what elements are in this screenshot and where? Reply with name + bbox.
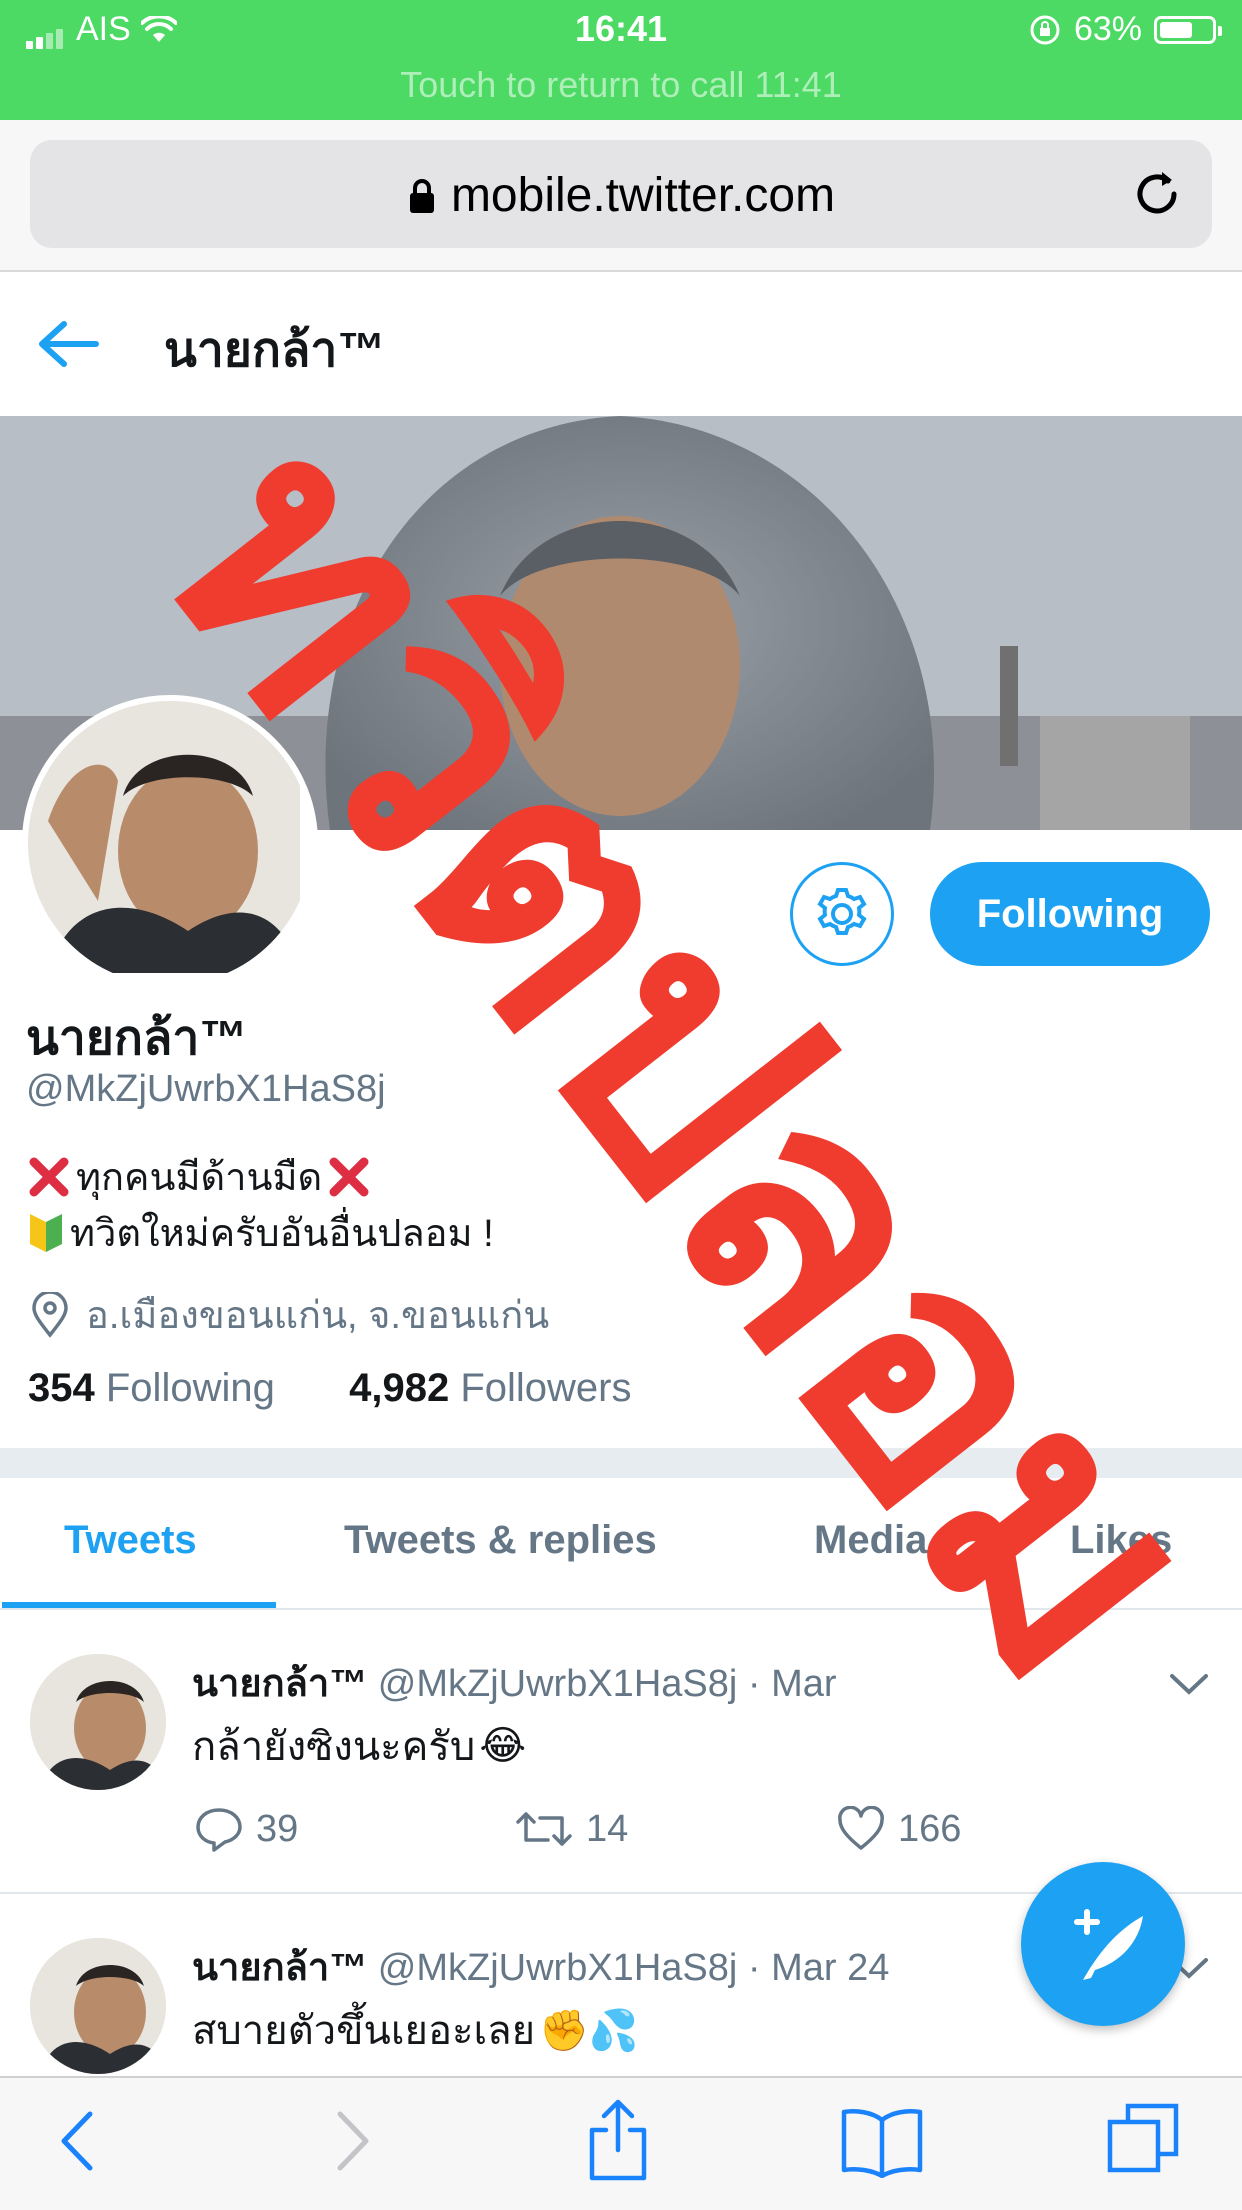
settings-button[interactable] <box>790 862 894 966</box>
forward-icon[interactable] <box>330 2106 374 2176</box>
tweet-date: · Mar 24 <box>747 1947 890 1989</box>
back-arrow-icon[interactable] <box>36 318 100 370</box>
tweet-author-name[interactable]: นายกล้า™ <box>192 1663 367 1705</box>
chevron-down-icon[interactable] <box>1168 1672 1210 1698</box>
location-text: อ.เมืองขอนแก่น, จ.ขอนแก่น <box>86 1295 550 1337</box>
rotation-lock-icon <box>1030 15 1060 44</box>
tab-tweets-replies[interactable]: Tweets & replies <box>344 1518 657 1563</box>
followers-stat[interactable]: 4,982 Followers <box>349 1366 631 1410</box>
reply-icon <box>196 1808 242 1852</box>
status-bar: AIS 16:41 63% Touch to return to call 11… <box>0 0 1242 120</box>
tab-media[interactable]: Media <box>814 1518 927 1563</box>
lock-icon <box>409 179 434 213</box>
url-text: mobile.twitter.com <box>450 169 836 222</box>
back-icon[interactable] <box>56 2106 100 2176</box>
reply-count: 39 <box>256 1807 299 1850</box>
share-icon[interactable] <box>586 2096 650 2182</box>
beginner-symbol-icon <box>30 1213 62 1252</box>
bio-text-2: ทวิตใหม่ครับอันอื่นปลอม ! <box>70 1213 494 1255</box>
like-count: 166 <box>898 1807 962 1850</box>
following-button[interactable]: Following <box>930 862 1210 966</box>
tweet-date: · Mar <box>747 1663 837 1705</box>
battery-icon <box>1154 15 1222 44</box>
browser-toolbar <box>0 2076 1242 2210</box>
compose-feather-icon <box>1074 1909 1143 1980</box>
heart-icon <box>838 1806 884 1850</box>
battery-info: 63% <box>1028 10 1222 49</box>
tweet-body: สบายตัวขึ้นเยอะเลย <box>192 2009 536 2053</box>
tweet-text: กล้ายังซิงนะครับ 😂 <box>192 1714 526 1778</box>
reload-icon[interactable] <box>1128 164 1186 222</box>
retweet-action[interactable]: 14 <box>514 1806 628 1852</box>
gear-icon <box>817 888 867 935</box>
tab-tweets[interactable]: Tweets <box>64 1518 197 1563</box>
active-tab-indicator <box>2 1602 276 1608</box>
following-count: 354 <box>28 1366 95 1410</box>
like-action[interactable]: 166 <box>836 1806 961 1852</box>
tweet-body: กล้ายังซิงนะครับ <box>192 1725 476 1769</box>
bio-line-2: ทวิตใหม่ครับอันอื่นปลอม ! <box>26 1202 494 1263</box>
battery-percent: 63% <box>1073 10 1142 48</box>
url-display[interactable]: mobile.twitter.com <box>30 168 1212 223</box>
bio-line-1: ทุกคนมีด้านมืด <box>26 1146 372 1207</box>
tweet-avatar[interactable] <box>30 1654 166 1790</box>
address-bar[interactable]: mobile.twitter.com <box>30 140 1212 248</box>
tweet-author-handle: @MkZjUwrbX1HaS8j <box>377 1947 738 1989</box>
page-title: นายกล้า™ <box>164 324 386 377</box>
tweet-avatar[interactable] <box>30 1938 166 2074</box>
tab-likes[interactable]: Likes <box>1070 1518 1172 1563</box>
tweet-author-name[interactable]: นายกล้า™ <box>192 1947 367 1989</box>
profile-stats: 354 Following 4,982 Followers <box>28 1366 631 1411</box>
tweet-author-handle: @MkZjUwrbX1HaS8j <box>377 1663 738 1705</box>
profile-location: อ.เมืองขอนแก่น, จ.ขอนแก่น <box>30 1284 549 1345</box>
tweet-header: นายกล้า™ @MkZjUwrbX1HaS8j · Mar 24 <box>192 1936 889 1997</box>
profile-header: นายกล้า™ <box>0 272 1242 416</box>
followers-count: 4,982 <box>349 1366 450 1410</box>
section-divider <box>0 1448 1242 1478</box>
location-pin-icon <box>32 1291 68 1338</box>
tabs-icon[interactable] <box>1106 2100 1182 2176</box>
tweet-emoji: ✊💦 <box>539 2008 639 2053</box>
retweet-icon <box>516 1812 572 1846</box>
avatar-photo <box>28 701 300 973</box>
tweet-text: สบายตัวขึ้นเยอะเลย ✊💦 <box>192 1998 639 2062</box>
profile-tabs: Tweets Tweets & replies Media Likes <box>0 1478 1242 1610</box>
cross-mark-icon <box>29 1157 69 1196</box>
browser-address-area: mobile.twitter.com <box>0 120 1242 272</box>
tweet-item[interactable]: นายกล้า™ @MkZjUwrbX1HaS8j · Mar กล้ายังซ… <box>0 1610 1242 1894</box>
compose-tweet-button[interactable] <box>1021 1862 1185 2026</box>
following-stat[interactable]: 354 Following <box>28 1366 275 1410</box>
tweet-emoji: 😂 <box>479 1724 527 1768</box>
tweet-header: นายกล้า™ @MkZjUwrbX1HaS8j · Mar <box>192 1652 837 1713</box>
retweet-count: 14 <box>586 1807 629 1850</box>
profile-avatar[interactable] <box>22 695 318 991</box>
bio-text-1: ทุกคนมีด้านมืด <box>76 1157 323 1199</box>
bookmarks-icon[interactable] <box>840 2106 924 2178</box>
cross-mark-icon <box>329 1157 369 1196</box>
profile-handle: @MkZjUwrbX1HaS8j <box>26 1068 386 1110</box>
profile-name: นายกล้า™ <box>26 1012 248 1065</box>
reply-action[interactable]: 39 <box>194 1806 298 1852</box>
call-banner[interactable]: Touch to return to call 11:41 <box>0 64 1242 106</box>
following-label: Following <box>105 1366 275 1410</box>
followers-label: Followers <box>460 1366 632 1410</box>
